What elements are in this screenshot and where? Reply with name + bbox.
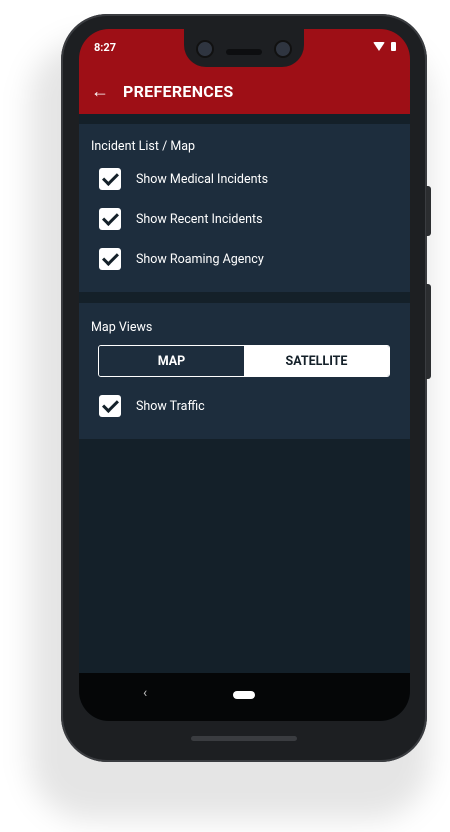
phone-screen: 8:27 ← PREFERENCES Incident List / Map S… [79, 29, 410, 721]
volume-button [426, 284, 431, 379]
checkbox-checked-icon[interactable] [99, 168, 121, 190]
map-type-segmented-control: MAP SATELLITE [98, 345, 390, 377]
section-title: Incident List / Map [91, 139, 196, 154]
app-bar: ← PREFERENCES [79, 69, 410, 114]
option-label: Show Medical Incidents [136, 171, 269, 187]
status-time: 8:27 [94, 41, 117, 54]
home-pill-icon[interactable] [233, 691, 255, 699]
camera-icon [196, 40, 214, 58]
status-icons [373, 42, 396, 51]
map-views-section: Map Views MAP SATELLITE Show Traffic [79, 303, 410, 439]
segment-satellite[interactable]: SATELLITE [244, 346, 389, 376]
speaker-grille [226, 49, 262, 55]
option-label: Show Roaming Agency [136, 251, 264, 267]
checkbox-checked-icon[interactable] [99, 395, 121, 417]
segment-map[interactable]: MAP [99, 346, 244, 376]
checkbox-checked-icon[interactable] [99, 248, 121, 270]
option-show-recent-incidents[interactable]: Show Recent Incidents [99, 207, 263, 231]
bottom-speaker [191, 736, 297, 741]
wifi-icon [373, 42, 385, 51]
option-show-roaming-agency[interactable]: Show Roaming Agency [99, 247, 264, 271]
arrow-left-icon[interactable]: ← [91, 81, 111, 102]
battery-icon [391, 42, 396, 51]
system-nav-bar: ‹ [79, 673, 410, 721]
camera-icon [274, 40, 292, 58]
option-label: Show Traffic [136, 398, 205, 414]
option-label: Show Recent Incidents [136, 211, 263, 227]
checkbox-checked-icon[interactable] [99, 208, 121, 230]
option-show-traffic[interactable]: Show Traffic [99, 394, 205, 418]
page-title: PREFERENCES [123, 82, 234, 101]
back-icon[interactable]: ‹ [143, 685, 147, 701]
camera-notch [184, 29, 304, 67]
incident-list-section: Incident List / Map Show Medical Inciden… [79, 124, 410, 292]
power-button [426, 186, 431, 236]
option-show-medical-incidents[interactable]: Show Medical Incidents [99, 167, 268, 191]
section-title: Map Views [91, 320, 153, 335]
